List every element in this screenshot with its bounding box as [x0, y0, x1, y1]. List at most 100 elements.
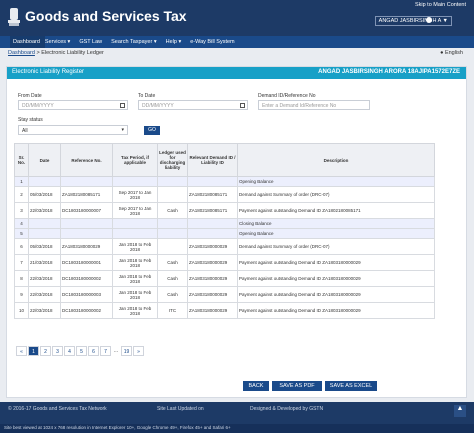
pagination-page-2[interactable]: 2	[40, 346, 51, 356]
table-row: 6 05/03/2018 ZA1803180000029 Jan 2018 to Fe…	[14, 238, 435, 255]
cell-sr-no: 6	[14, 238, 29, 255]
cell-reference: DC1803180000002	[60, 270, 113, 287]
site-footer: © 2016-17 Goods and Services Tax Network…	[0, 402, 474, 424]
cell-description: Demand against Summary of order (DRC-07)	[237, 238, 435, 255]
cell-description: Closing Balance	[237, 218, 435, 229]
site-title[interactable]: Goods and Services Tax	[25, 8, 187, 24]
cell-description: Payment against outstanding Demand ID ZA…	[237, 286, 435, 303]
to-date-input[interactable]: DD/MM/YYYY	[138, 100, 248, 110]
breadcrumb-dashboard[interactable]: Dashboard	[8, 50, 35, 56]
cell-date: 22/03/2018	[28, 270, 61, 287]
cell-date: 21/03/2018	[28, 254, 61, 271]
pagination-page-last[interactable]: 19	[121, 346, 132, 356]
demand-id-input[interactable]: Enter a Demand Id/Reference No	[258, 100, 370, 110]
cell-tax-period: Jan 2018 to Feb 2018	[112, 238, 158, 255]
stay-status-select[interactable]: All ▾	[18, 125, 128, 135]
col-reference: Reference No.	[60, 143, 113, 177]
skip-to-main-link[interactable]: Skip to Main Content	[415, 2, 466, 8]
cell-ledger: ITC	[157, 302, 188, 319]
pagination-next[interactable]: »	[133, 346, 144, 356]
cell-ledger: Cash	[157, 254, 188, 271]
pagination: « 1 2 3 4 5 6 7 ... 19 »	[16, 346, 145, 356]
cell-date: 05/03/2018	[28, 238, 61, 255]
pagination-page-3[interactable]: 3	[52, 346, 63, 356]
cell-reference: DC1803180000002	[60, 302, 113, 319]
cell-sr-no: 4	[14, 218, 29, 229]
cell-demand-id: ZA1802180085171	[187, 186, 238, 203]
cell-reference: ZA1803180000029	[60, 238, 113, 255]
language-selector[interactable]: ● English	[440, 50, 463, 56]
calendar-icon[interactable]	[120, 102, 125, 108]
col-ledger: Ledger used for discharging liability	[157, 143, 188, 177]
cell-date: 22/03/2018	[28, 286, 61, 303]
cell-reference: DC1803180000001	[60, 254, 113, 271]
cell-reference: DC1803180000003	[60, 286, 113, 303]
cell-sr-no: 2	[14, 186, 29, 203]
cell-reference	[60, 228, 113, 239]
cell-reference: DC1803180000007	[60, 202, 113, 219]
cell-sr-no: 3	[14, 202, 29, 219]
pagination-ellipsis: ...	[113, 348, 119, 354]
from-date-label: From Date	[18, 93, 42, 99]
cell-description: Opening Balance	[237, 176, 435, 187]
cell-sr-no: 7	[14, 254, 29, 271]
footer-copyright: © 2016-17 Goods and Services Tax Network	[8, 406, 107, 412]
cell-tax-period	[112, 218, 158, 229]
scroll-to-top-icon[interactable]: ▲	[454, 405, 466, 417]
table-row: 10 22/03/2018 DC1803180000002 Jan 2018 to F…	[14, 302, 435, 319]
save-as-pdf-button[interactable]: SAVE AS PDF	[272, 381, 322, 391]
nav-search-taxpayer[interactable]: Search Taxpayer ▾	[111, 36, 165, 48]
from-date-input[interactable]: DD/MM/YYYY	[18, 100, 128, 110]
cell-demand-id	[187, 218, 238, 229]
user-menu[interactable]: ANGAD JASBIRSINGH A ▼	[374, 16, 452, 26]
col-description: Description	[237, 143, 435, 177]
pagination-page-1[interactable]: 1	[28, 346, 39, 356]
cell-sr-no: 5	[14, 228, 29, 239]
col-sr-no: Sr. No.	[14, 143, 29, 177]
save-as-excel-button[interactable]: SAVE AS EXCEL	[325, 381, 377, 391]
to-date-placeholder: DD/MM/YYYY	[142, 103, 174, 109]
back-button[interactable]: BACK	[243, 381, 269, 391]
table-row: 4 Closing Balance	[14, 218, 435, 229]
cell-description: Opening Balance	[237, 228, 435, 239]
breadcrumb: Dashboard > Electronic Liability Ledger …	[0, 48, 474, 58]
table-row: 3 22/03/2018 DC1803180000007 Sep 2017 to Ja…	[14, 202, 435, 219]
cell-description: Payment against outstanding Demand ID ZA…	[237, 202, 435, 219]
col-date: Date	[28, 143, 61, 177]
cell-demand-id	[187, 176, 238, 187]
cell-date	[28, 218, 61, 229]
stay-status-label: Stay status	[18, 117, 43, 123]
footer-last-updated: Site Last Updated on	[157, 406, 204, 412]
pagination-page-4[interactable]: 4	[64, 346, 75, 356]
national-emblem-icon	[8, 8, 20, 26]
table-row: 9 22/03/2018 DC1803180000003 Jan 2018 to Fe…	[14, 286, 435, 303]
site-header: Goods and Services Tax Skip to Main Cont…	[0, 0, 474, 36]
nav-dashboard[interactable]: Dashboard	[10, 36, 45, 48]
cell-tax-period: Sep 2017 to Jan 2018	[112, 186, 158, 203]
cell-date: 22/03/2018	[28, 202, 61, 219]
pagination-page-5[interactable]: 5	[76, 346, 87, 356]
nav-gst-law[interactable]: GST Law	[79, 36, 111, 48]
table-header-row: Sr. No. Date Reference No. Tax Period, i…	[14, 143, 435, 177]
pagination-page-7[interactable]: 7	[100, 346, 111, 356]
breadcrumb-current: Electronic Liability Ledger	[41, 50, 104, 56]
calendar-icon[interactable]	[240, 102, 245, 108]
cell-sr-no: 9	[14, 286, 29, 303]
nav-eway-bill[interactable]: e-Way Bill System	[190, 36, 243, 48]
demand-id-label: Demand ID/Reference No	[258, 93, 316, 99]
cell-demand-id: ZA1802180085171	[187, 202, 238, 219]
cell-tax-period	[112, 228, 158, 239]
pagination-page-6[interactable]: 6	[88, 346, 99, 356]
go-button[interactable]: GO	[144, 126, 160, 135]
language-label: English	[444, 50, 463, 56]
stay-status-value: All	[22, 128, 28, 134]
cell-demand-id	[187, 228, 238, 239]
cell-date: 05/03/2018	[28, 186, 61, 203]
panel-header: Electronic Liability Register ANGAD JASB…	[7, 67, 466, 79]
demand-id-placeholder: Enter a Demand Id/Reference No	[262, 103, 337, 109]
nav-services[interactable]: Services ▾	[45, 36, 79, 48]
nav-help[interactable]: Help ▾	[166, 36, 191, 48]
pagination-prev[interactable]: «	[16, 346, 27, 356]
cell-ledger	[157, 176, 188, 187]
table-row: 8 22/03/2018 DC1803180000002 Jan 2018 to Fe…	[14, 270, 435, 287]
